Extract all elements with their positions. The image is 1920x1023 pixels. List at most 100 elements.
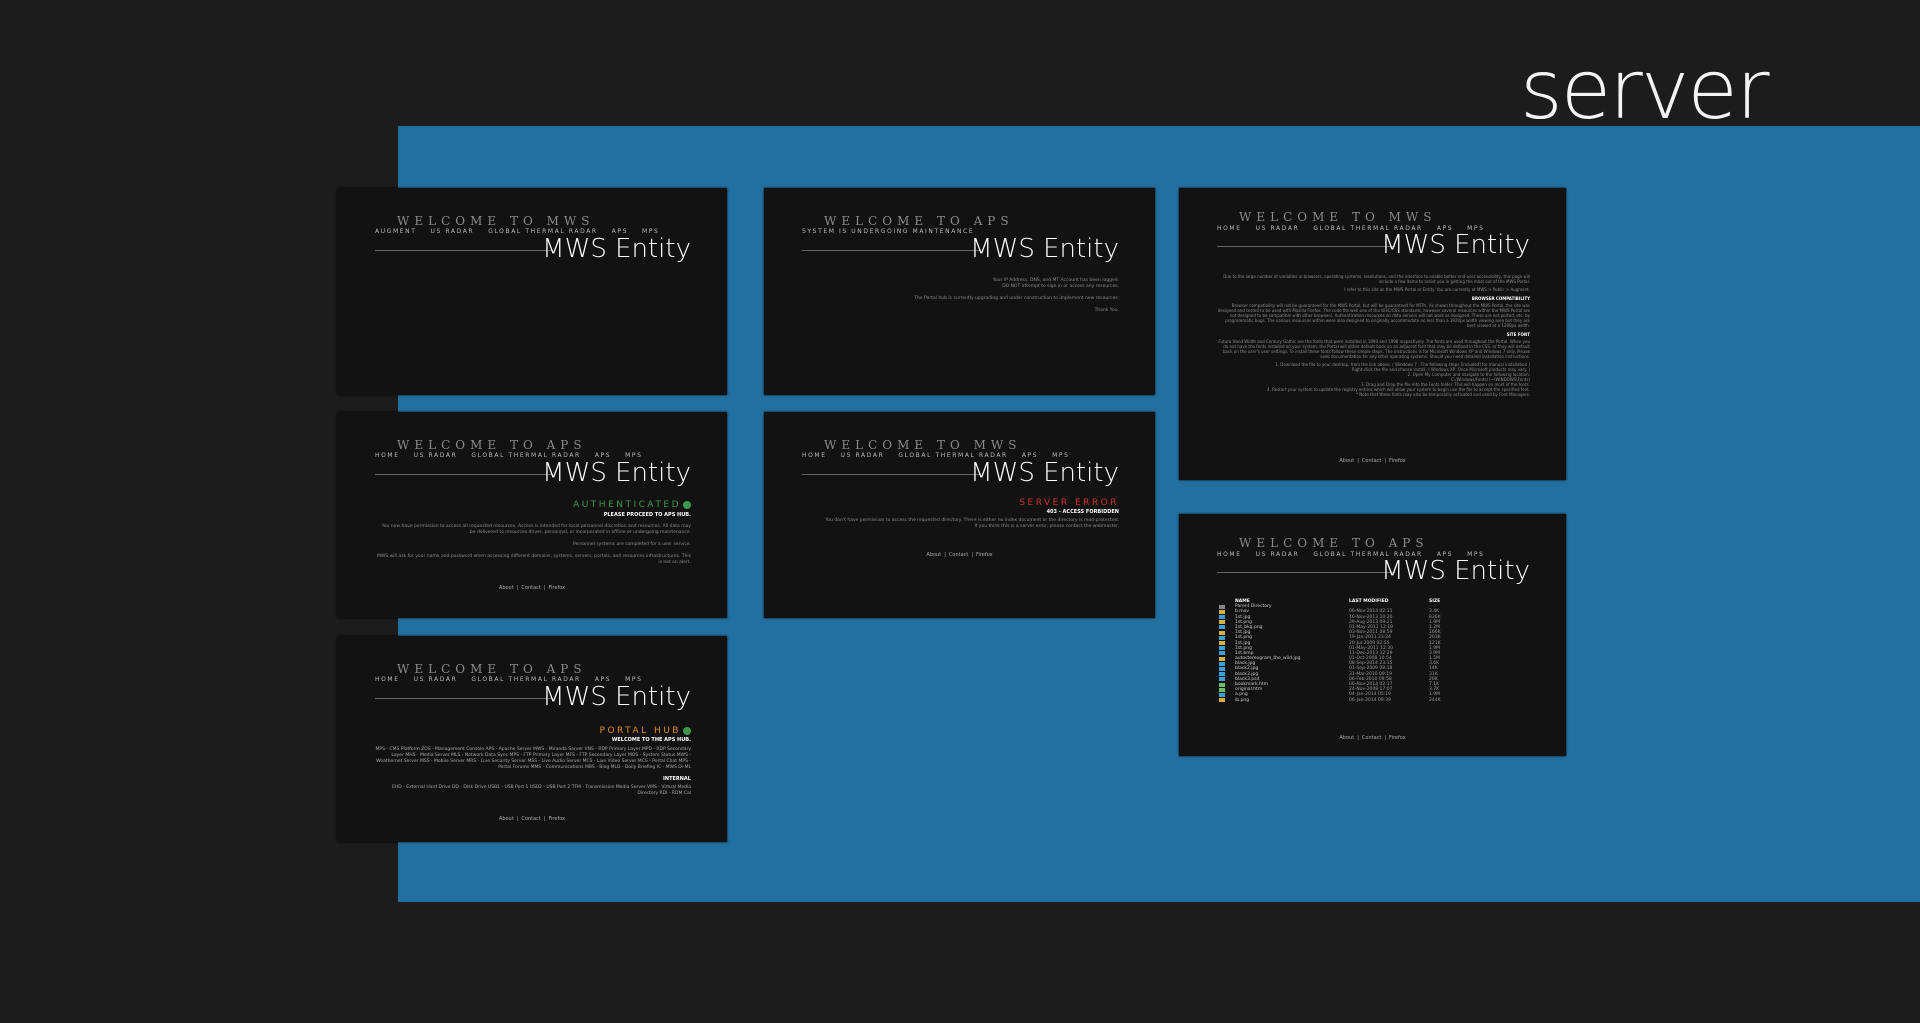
file-icon bbox=[1219, 641, 1225, 645]
file-icon bbox=[1219, 692, 1225, 697]
file-rows: Parent Directory b.mov 06-Nov-2014 02:11 3.… bbox=[1219, 604, 1519, 703]
contact-link[interactable]: Contact bbox=[521, 585, 540, 591]
section-heading: SITE FONT bbox=[1506, 332, 1530, 337]
nav-augment[interactable]: AUGMENT bbox=[375, 228, 416, 235]
status-subtitle: PLEASE PROCEED TO APS HUB. bbox=[603, 512, 691, 518]
file-icon bbox=[1219, 651, 1225, 656]
message-line: You now have permission to access all re… bbox=[381, 524, 691, 535]
contact-link[interactable]: Contact bbox=[1362, 735, 1381, 741]
status-authenticated: AUTHENTICATED bbox=[573, 500, 691, 510]
about-link[interactable]: About bbox=[926, 552, 941, 558]
file-icon bbox=[1219, 698, 1225, 703]
nav-us-radar[interactable]: US RADAR bbox=[841, 452, 885, 459]
file-icon bbox=[1219, 615, 1225, 620]
table-row[interactable]: ib.png 06-Jan-2014 09:39 244K bbox=[1219, 698, 1519, 703]
welcome-heading: WELCOME TO APS bbox=[824, 214, 1014, 228]
error-code: 403 - ACCESS FORBIDDEN bbox=[1046, 509, 1119, 515]
divider bbox=[802, 250, 980, 251]
nav-home[interactable]: HOME bbox=[1217, 551, 1242, 558]
file-icon bbox=[1219, 646, 1225, 651]
authenticated-icon bbox=[683, 500, 691, 509]
about-link[interactable]: About bbox=[1339, 458, 1354, 464]
brand-logo: MWS Entity bbox=[1381, 556, 1530, 586]
status-portal-hub: PORTAL HUB bbox=[600, 726, 691, 736]
brand-logo: MWS Entity bbox=[542, 458, 691, 488]
nav-home[interactable]: HOME bbox=[375, 676, 400, 683]
message-line: If you think this is a server error, ple… bbox=[974, 524, 1119, 529]
card-mws-augment[interactable]: WELCOME TO MWS AUGMENT US RADAR GLOBAL THE… bbox=[337, 188, 727, 395]
file-table: NAME LAST MODIFIED SIZE Parent Directory… bbox=[1219, 599, 1519, 703]
welcome-heading: WELCOME TO MWS bbox=[824, 438, 1022, 452]
nav-us-radar[interactable]: US RADAR bbox=[414, 676, 458, 683]
file-size: 244K bbox=[1429, 697, 1441, 703]
welcome-heading: WELCOME TO APS bbox=[1239, 536, 1429, 550]
firefox-link[interactable]: Firefox bbox=[1389, 458, 1406, 464]
card-mws-info[interactable]: WELCOME TO MWS HOME US RADAR GLOBAL THERMA… bbox=[1179, 188, 1566, 480]
file-name[interactable]: ib.png bbox=[1235, 698, 1249, 703]
status-text: AUTHENTICATED bbox=[573, 500, 681, 510]
contact-link[interactable]: Contact bbox=[1362, 458, 1381, 464]
footer-links: About | Contact | Firefox bbox=[498, 816, 566, 822]
internal-heading: INTERNAL bbox=[663, 776, 691, 782]
firefox-link[interactable]: Firefox bbox=[976, 552, 993, 558]
about-link[interactable]: About bbox=[499, 816, 514, 822]
firefox-link[interactable]: Firefox bbox=[1389, 735, 1406, 741]
divider bbox=[375, 250, 553, 251]
file-icon bbox=[1219, 656, 1225, 661]
welcome-heading: WELCOME TO MWS bbox=[397, 214, 595, 228]
brand-logo: MWS Entity bbox=[542, 234, 691, 264]
site-font-text: Futura Hand Width and Century Gothic are… bbox=[1218, 339, 1530, 359]
footer-links: About | Contact | Firefox bbox=[926, 552, 993, 558]
footer-links: About | Contact | Firefox bbox=[1339, 735, 1406, 741]
file-icon bbox=[1219, 630, 1225, 635]
nav-us-radar[interactable]: US RADAR bbox=[414, 452, 458, 459]
intro-text: Due to the large number of variables in … bbox=[1223, 274, 1530, 284]
file-icon bbox=[1219, 682, 1225, 687]
about-link[interactable]: About bbox=[499, 585, 514, 591]
file-icon bbox=[1219, 677, 1225, 682]
card-mws-server-error[interactable]: WELCOME TO MWS HOME US RADAR GLOBAL THERMA… bbox=[764, 412, 1155, 618]
maintenance-subtitle: SYSTEM IS UNDERGOING MAINTENANCE bbox=[802, 228, 975, 235]
status-text: PORTAL HUB bbox=[599, 726, 681, 736]
nav-home[interactable]: HOME bbox=[1217, 225, 1242, 232]
firefox-link[interactable]: Firefox bbox=[549, 585, 566, 591]
auth-message: You now have permission to access all re… bbox=[375, 524, 691, 566]
message-line: MWS will ask for your name and password … bbox=[376, 554, 691, 565]
file-icon bbox=[1219, 609, 1225, 614]
card-aps-portal-hub[interactable]: WELCOME TO APS HOME US RADAR GLOBAL THERMA… bbox=[337, 636, 727, 842]
nav-us-radar[interactable]: US RADAR bbox=[1256, 225, 1300, 232]
nav-home[interactable]: HOME bbox=[375, 452, 400, 459]
file-modified: 06-Jan-2014 09:39 bbox=[1349, 697, 1392, 703]
contact-link[interactable]: Contact bbox=[949, 552, 968, 558]
card-aps-directory-listing[interactable]: WELCOME TO APS HOME US RADAR GLOBAL THERMA… bbox=[1179, 514, 1566, 756]
status-server-error: SERVER ERROR bbox=[1019, 498, 1119, 508]
about-link[interactable]: About bbox=[1339, 735, 1354, 741]
footer-links: About | Contact | Firefox bbox=[498, 585, 566, 591]
card-aps-maintenance[interactable]: WELCOME TO APS SYSTEM IS UNDERGOING MAIN… bbox=[764, 188, 1155, 395]
file-icon bbox=[1219, 604, 1225, 609]
footer-links: About | Contact | Firefox bbox=[1339, 458, 1406, 464]
file-icon bbox=[1219, 625, 1225, 630]
contact-link[interactable]: Contact bbox=[521, 816, 540, 822]
brand-logo: MWS Entity bbox=[970, 458, 1119, 488]
card-aps-authenticated[interactable]: WELCOME TO APS HOME US RADAR GLOBAL THERMA… bbox=[337, 412, 727, 618]
firefox-link[interactable]: Firefox bbox=[549, 816, 566, 822]
file-icon bbox=[1219, 666, 1225, 671]
brand-logo: MWS Entity bbox=[970, 234, 1119, 264]
file-icon bbox=[1219, 635, 1225, 640]
services-list: MPS - CMS Platform ZOS - Management Cons… bbox=[375, 747, 691, 770]
message-line: Thank You. bbox=[1094, 308, 1119, 313]
divider bbox=[1217, 572, 1395, 573]
nav-us-radar[interactable]: US RADAR bbox=[1256, 551, 1300, 558]
portal-hub-icon bbox=[683, 726, 691, 735]
nav-home[interactable]: HOME bbox=[802, 452, 827, 459]
maintenance-message: Your IP Address, DNS, and MT Account has… bbox=[802, 278, 1119, 314]
browser-compat-text: Browser compatibility will not be guaran… bbox=[1217, 303, 1530, 328]
file-icon bbox=[1219, 687, 1225, 692]
welcome-heading: WELCOME TO APS bbox=[397, 438, 587, 452]
nav-us-radar[interactable]: US RADAR bbox=[430, 228, 474, 235]
page-title: server bbox=[1520, 43, 1770, 138]
file-icon bbox=[1219, 620, 1225, 625]
file-icon bbox=[1219, 672, 1225, 677]
divider bbox=[375, 698, 553, 699]
